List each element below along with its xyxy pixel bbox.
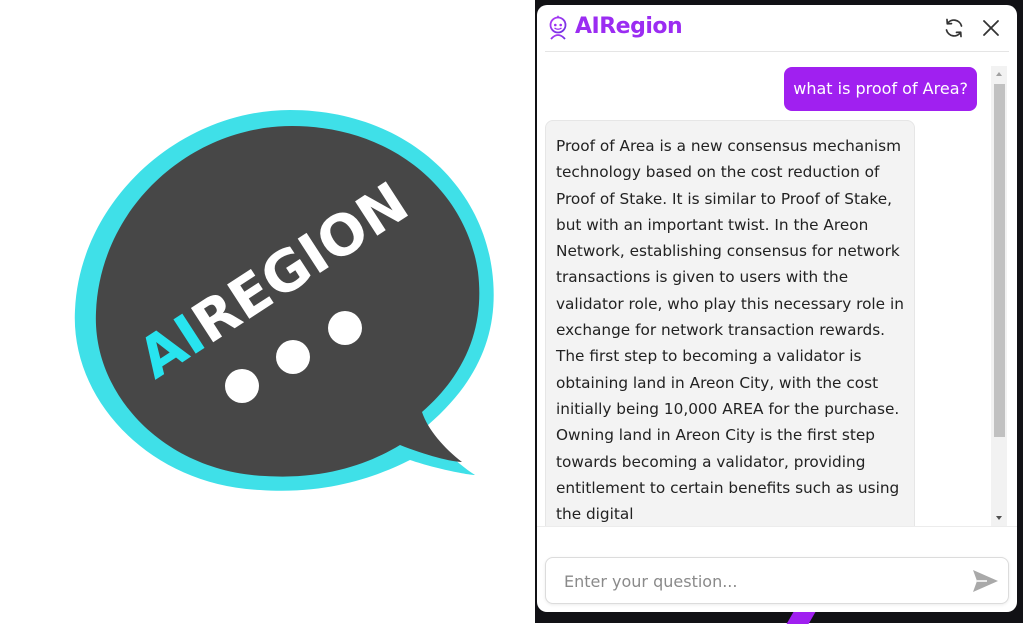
refresh-button[interactable] [942,16,966,40]
close-button[interactable] [979,16,1003,40]
chat-widget: AIRegion what is proof of Area? Proof of… [537,5,1017,612]
refresh-icon [945,18,963,38]
user-message: what is proof of Area? [784,67,977,111]
bot-message: Proof of Area is a new consensus mechani… [545,120,915,527]
header-divider [545,51,1009,52]
scroll-up-button[interactable] [991,66,1007,82]
triangle-up-icon [996,72,1002,76]
airegion-logo: AIREGION [74,110,494,491]
composer [545,557,1009,604]
chat-header: AIRegion [537,5,1017,51]
logo-dot [225,369,259,403]
triangle-down-icon [996,516,1002,520]
send-icon [973,570,998,592]
brand-name: AIRegion [575,14,683,39]
question-input[interactable] [562,568,956,594]
logo-dot [276,340,310,374]
scroll-thumb[interactable] [994,84,1005,437]
scroll-down-button[interactable] [991,510,1007,526]
composer-divider [537,526,1017,527]
robot-icon [549,15,567,40]
message-scrollbar[interactable] [991,66,1007,526]
logo-panel: AIREGION [0,0,535,623]
message-list: what is proof of Area? Proof of Area is … [537,57,1017,527]
close-icon [983,20,999,36]
send-button[interactable] [970,567,1000,595]
logo-dot [328,311,362,345]
